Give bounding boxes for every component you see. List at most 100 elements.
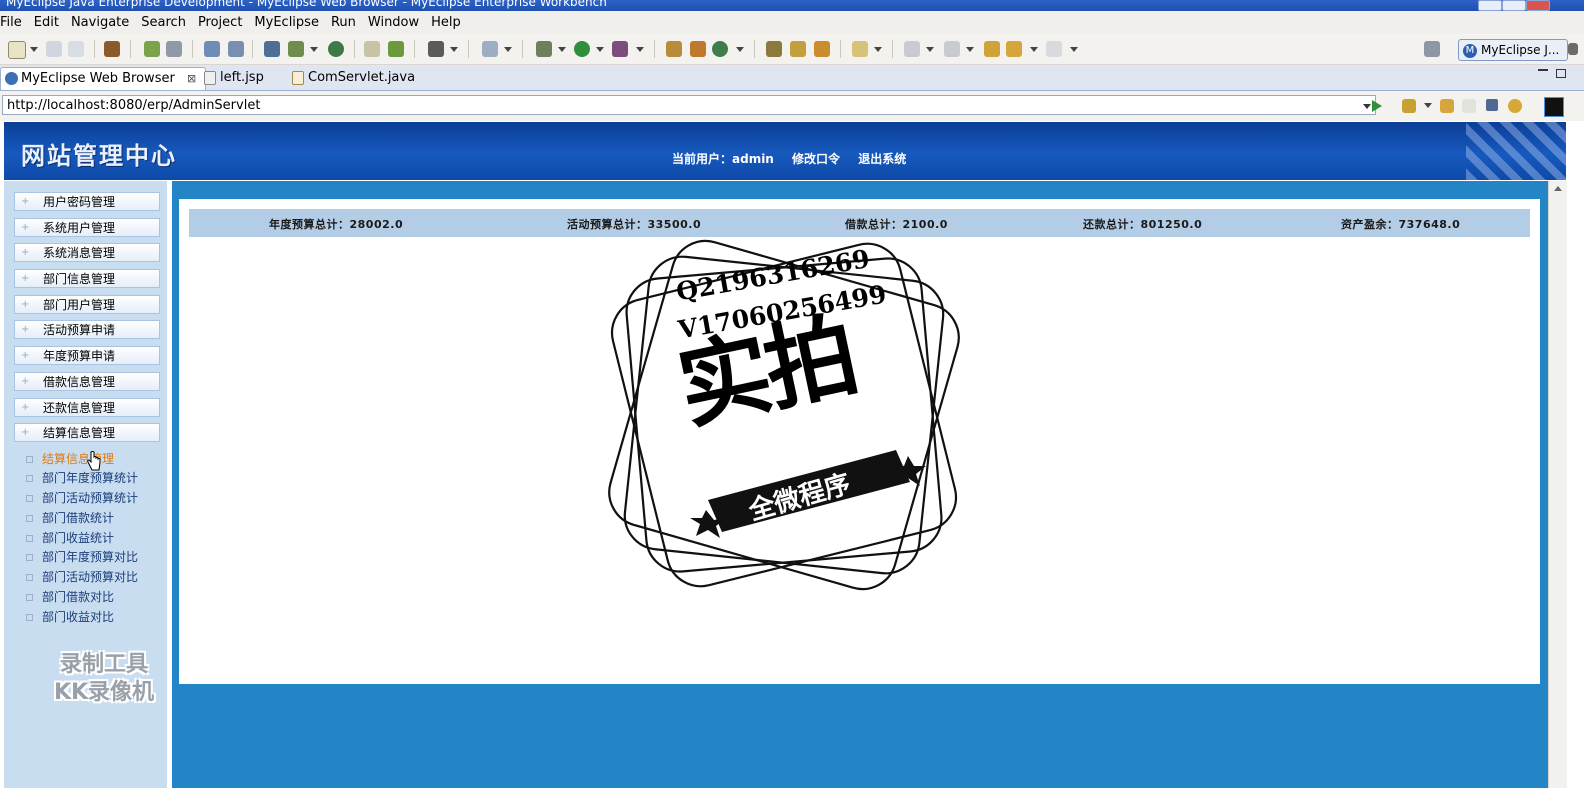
sidebar-item-loans[interactable]: + 借款信息管理 bbox=[14, 372, 160, 391]
run-icon[interactable] bbox=[574, 41, 590, 57]
subitem-dept-loan-compare[interactable]: 部门借款对比 bbox=[24, 589, 114, 605]
minimize-view-icon[interactable] bbox=[1538, 69, 1548, 71]
undeploy-icon[interactable] bbox=[228, 41, 244, 57]
menu-help[interactable]: Help bbox=[427, 15, 469, 30]
browser-forward-icon[interactable] bbox=[1462, 99, 1476, 113]
change-password-link[interactable]: 修改口令 bbox=[792, 152, 840, 166]
new-class-icon[interactable] bbox=[712, 41, 728, 57]
stop-icon[interactable] bbox=[1486, 99, 1498, 111]
new-file-dropdown-icon[interactable] bbox=[504, 47, 512, 52]
logout-link[interactable]: 退出系统 bbox=[858, 152, 906, 166]
subitem-dept-annual-stats[interactable]: 部门年度预算统计 bbox=[24, 470, 138, 486]
sidebar-item-user-password[interactable]: + 用户密码管理 bbox=[14, 192, 160, 211]
new-java-project-icon[interactable] bbox=[666, 41, 682, 57]
toolbar-overflow-icon[interactable] bbox=[1568, 43, 1578, 55]
back-arrow-icon[interactable] bbox=[1006, 41, 1022, 57]
open-task-icon[interactable] bbox=[814, 41, 830, 57]
subitem-dept-annual-compare[interactable]: 部门年度预算对比 bbox=[24, 549, 138, 565]
browser-back-icon[interactable] bbox=[1440, 99, 1454, 113]
myeclipse-logo-icon: M bbox=[1463, 43, 1477, 58]
sidebar-item-settlement[interactable]: + 结算信息管理 bbox=[14, 423, 160, 442]
sidebar-item-annual-budget[interactable]: + 年度预算申请 bbox=[14, 346, 160, 365]
sidebar-item-department-users[interactable]: + 部门用户管理 bbox=[14, 295, 160, 314]
perspective-switcher[interactable]: M MyEclipse J... bbox=[1458, 39, 1568, 61]
external-tools-icon[interactable] bbox=[612, 41, 628, 57]
tab-comservlet-java[interactable]: ComServlet.java bbox=[288, 67, 444, 89]
bookmarks-dropdown-icon[interactable] bbox=[1424, 103, 1432, 108]
open-type-icon[interactable] bbox=[766, 41, 782, 57]
debug-icon[interactable] bbox=[536, 41, 552, 57]
refresh-icon[interactable] bbox=[1508, 99, 1522, 113]
subitem-dept-income-stats[interactable]: 部门收益统计 bbox=[24, 530, 114, 546]
tab-web-browser[interactable]: MyEclipse Web Browser ⊠ bbox=[0, 67, 206, 90]
new-package-icon[interactable] bbox=[690, 41, 706, 57]
new-icon[interactable] bbox=[8, 41, 26, 59]
menu-myeclipse[interactable]: MyEclipse bbox=[250, 15, 327, 30]
vertical-scrollbar[interactable] bbox=[1548, 181, 1567, 788]
close-window-button[interactable] bbox=[1526, 0, 1550, 11]
new-file-icon[interactable] bbox=[482, 41, 498, 57]
url-input[interactable]: http://localhost:8080/erp/AdminServlet bbox=[2, 95, 1376, 115]
camera-dropdown-icon[interactable] bbox=[450, 47, 458, 52]
next-annotation-icon[interactable] bbox=[904, 41, 920, 57]
open-folder-icon[interactable] bbox=[364, 41, 380, 57]
open-perspective-icon[interactable] bbox=[1424, 41, 1440, 57]
debug-dropdown-icon[interactable] bbox=[558, 47, 566, 52]
run-dropdown-icon[interactable] bbox=[596, 47, 604, 52]
deploy-icon[interactable] bbox=[204, 41, 220, 57]
prev-annotation-icon[interactable] bbox=[944, 41, 960, 57]
close-tab-icon[interactable]: ⊠ bbox=[187, 72, 196, 85]
folder-icon[interactable] bbox=[852, 41, 868, 57]
prev-annotation-dropdown-icon[interactable] bbox=[966, 47, 974, 52]
print-icon[interactable] bbox=[68, 41, 84, 57]
globe-icon[interactable] bbox=[328, 41, 344, 57]
menu-file[interactable]: File bbox=[0, 15, 30, 30]
back-dropdown-icon[interactable] bbox=[1030, 47, 1038, 52]
maximize-button[interactable] bbox=[1502, 0, 1526, 11]
url-dropdown-icon[interactable] bbox=[1363, 104, 1371, 109]
menu-search[interactable]: Search bbox=[137, 15, 194, 30]
maximize-view-icon[interactable] bbox=[1556, 69, 1566, 78]
package-icon[interactable] bbox=[104, 41, 120, 57]
subitem-dept-loan-stats[interactable]: 部门借款统计 bbox=[24, 510, 114, 526]
camera-icon[interactable] bbox=[428, 41, 444, 57]
scroll-up-icon[interactable] bbox=[1554, 186, 1562, 191]
save-icon[interactable] bbox=[46, 41, 62, 57]
menu-window[interactable]: Window bbox=[364, 15, 427, 30]
external-tools-dropdown-icon[interactable] bbox=[636, 47, 644, 52]
run-config-dropdown-icon[interactable] bbox=[310, 47, 318, 52]
forward-dropdown-icon[interactable] bbox=[1070, 47, 1078, 52]
menu-navigate[interactable]: Navigate bbox=[67, 15, 137, 30]
color-swatch-icon[interactable] bbox=[1544, 97, 1564, 117]
new-dropdown-icon[interactable] bbox=[30, 47, 38, 52]
debug-bug-icon[interactable] bbox=[144, 41, 160, 57]
annual-budget-total: 年度预算总计：28002.0 bbox=[269, 218, 404, 231]
minimize-button[interactable] bbox=[1478, 0, 1502, 11]
subitem-dept-activity-stats[interactable]: 部门活动预算统计 bbox=[24, 490, 138, 506]
add-icon[interactable] bbox=[388, 41, 404, 57]
sidebar-item-repayments[interactable]: + 还款信息管理 bbox=[14, 398, 160, 417]
run-config-icon[interactable] bbox=[288, 41, 304, 57]
sidebar-item-system-users[interactable]: + 系统用户管理 bbox=[14, 218, 160, 237]
search-flashlight-icon[interactable] bbox=[790, 41, 806, 57]
folder-dropdown-icon[interactable] bbox=[874, 47, 882, 52]
bookmarks-icon[interactable] bbox=[1402, 99, 1416, 113]
next-annotation-dropdown-icon[interactable] bbox=[926, 47, 934, 52]
tab-left-jsp[interactable]: left.jsp bbox=[200, 67, 300, 89]
new-class-dropdown-icon[interactable] bbox=[736, 47, 744, 52]
go-icon[interactable] bbox=[1372, 100, 1382, 112]
subitem-dept-income-compare[interactable]: 部门收益对比 bbox=[24, 609, 114, 625]
subitem-label: 结算信息管理 bbox=[42, 452, 115, 466]
sidebar-item-system-messages[interactable]: + 系统消息管理 bbox=[14, 243, 160, 262]
menu-project[interactable]: Project bbox=[194, 15, 250, 30]
last-edit-icon[interactable] bbox=[984, 41, 1000, 57]
sidebar-item-activity-budget[interactable]: + 活动预算申请 bbox=[14, 320, 160, 339]
forward-arrow-icon[interactable] bbox=[1046, 41, 1062, 57]
subitem-dept-activity-compare[interactable]: 部门活动预算对比 bbox=[24, 569, 138, 585]
project-icon[interactable] bbox=[264, 41, 280, 57]
server-icon[interactable] bbox=[166, 41, 182, 57]
watermark-line: 录制工具 bbox=[59, 652, 148, 677]
menu-edit[interactable]: Edit bbox=[30, 15, 67, 30]
menu-run[interactable]: Run bbox=[327, 15, 364, 30]
sidebar-item-departments[interactable]: + 部门信息管理 bbox=[14, 269, 160, 288]
